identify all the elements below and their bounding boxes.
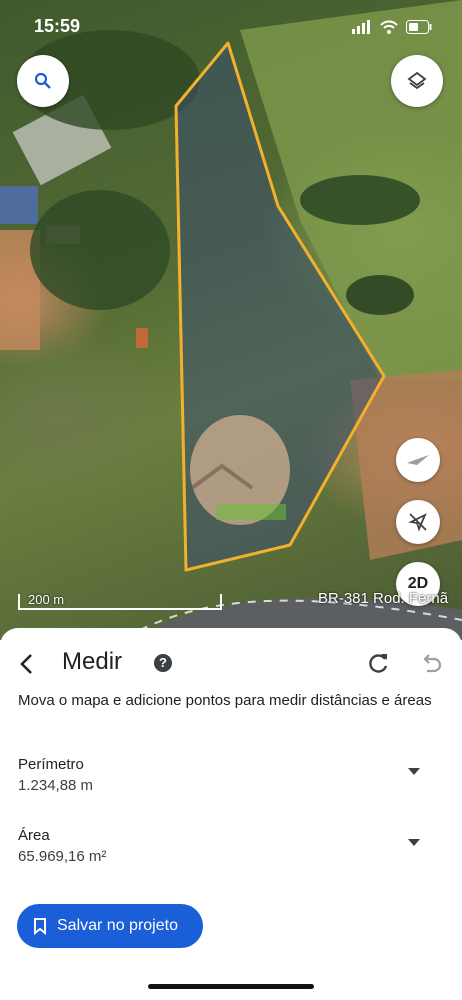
location-off-button[interactable] [396,500,440,544]
search-button[interactable] [17,55,69,107]
roof [136,328,148,348]
wifi-icon [380,20,398,34]
sheet-header: Medir ? [0,646,462,682]
battery-icon [406,20,432,34]
clock: 15:59 [34,16,81,36]
sheet-title: Medir [62,648,123,675]
compass-button[interactable] [396,438,440,482]
search-icon [34,72,51,89]
back-arrow-icon[interactable] [14,650,42,678]
bookmark-icon [34,918,46,935]
layers-icon [407,71,427,90]
perimeter-label: Perímetro [18,756,84,773]
scale-bar: 200 m [18,592,222,610]
refresh-icon[interactable] [364,650,392,678]
map-overlay [0,0,462,640]
signal-icon [352,20,370,34]
measure-sheet: Medir ? Mova o mapa e adicione pontos pa… [0,628,462,1000]
tennis-court [0,186,38,224]
perimeter-row[interactable]: Perímetro 1.234,88 m [18,756,438,800]
compass-icon [407,455,429,465]
help-icon[interactable]: ? [154,654,172,672]
save-to-project-button[interactable]: Salvar no projeto [17,904,203,948]
status-icons [352,20,432,34]
area-value: 65.969,16 m² [18,848,107,865]
save-button-label: Salvar no projeto [57,917,178,934]
home-indicator[interactable] [148,984,314,989]
status-bar: 15:59 [0,14,462,44]
undo-icon[interactable] [418,650,444,676]
road-label: BR-381 Rod. Fernã [318,590,449,607]
layers-button[interactable] [391,55,443,107]
watermark-logo [172,458,302,538]
perimeter-value: 1.234,88 m [18,777,94,794]
chevron-down-icon[interactable] [408,839,420,846]
location-off-icon [408,513,427,532]
instructions-text: Mova o mapa e adicione pontos para medir… [18,692,432,709]
scale-label: 200 m [28,592,65,607]
satellite-map[interactable]: 15:59 2D 200 m BR-381 Rod. Fernã [0,0,462,640]
chevron-down-icon[interactable] [408,768,420,775]
watermark-house-graphic [190,463,286,520]
area-label: Área [18,827,50,844]
area-row[interactable]: Área 65.969,16 m² [18,827,438,871]
